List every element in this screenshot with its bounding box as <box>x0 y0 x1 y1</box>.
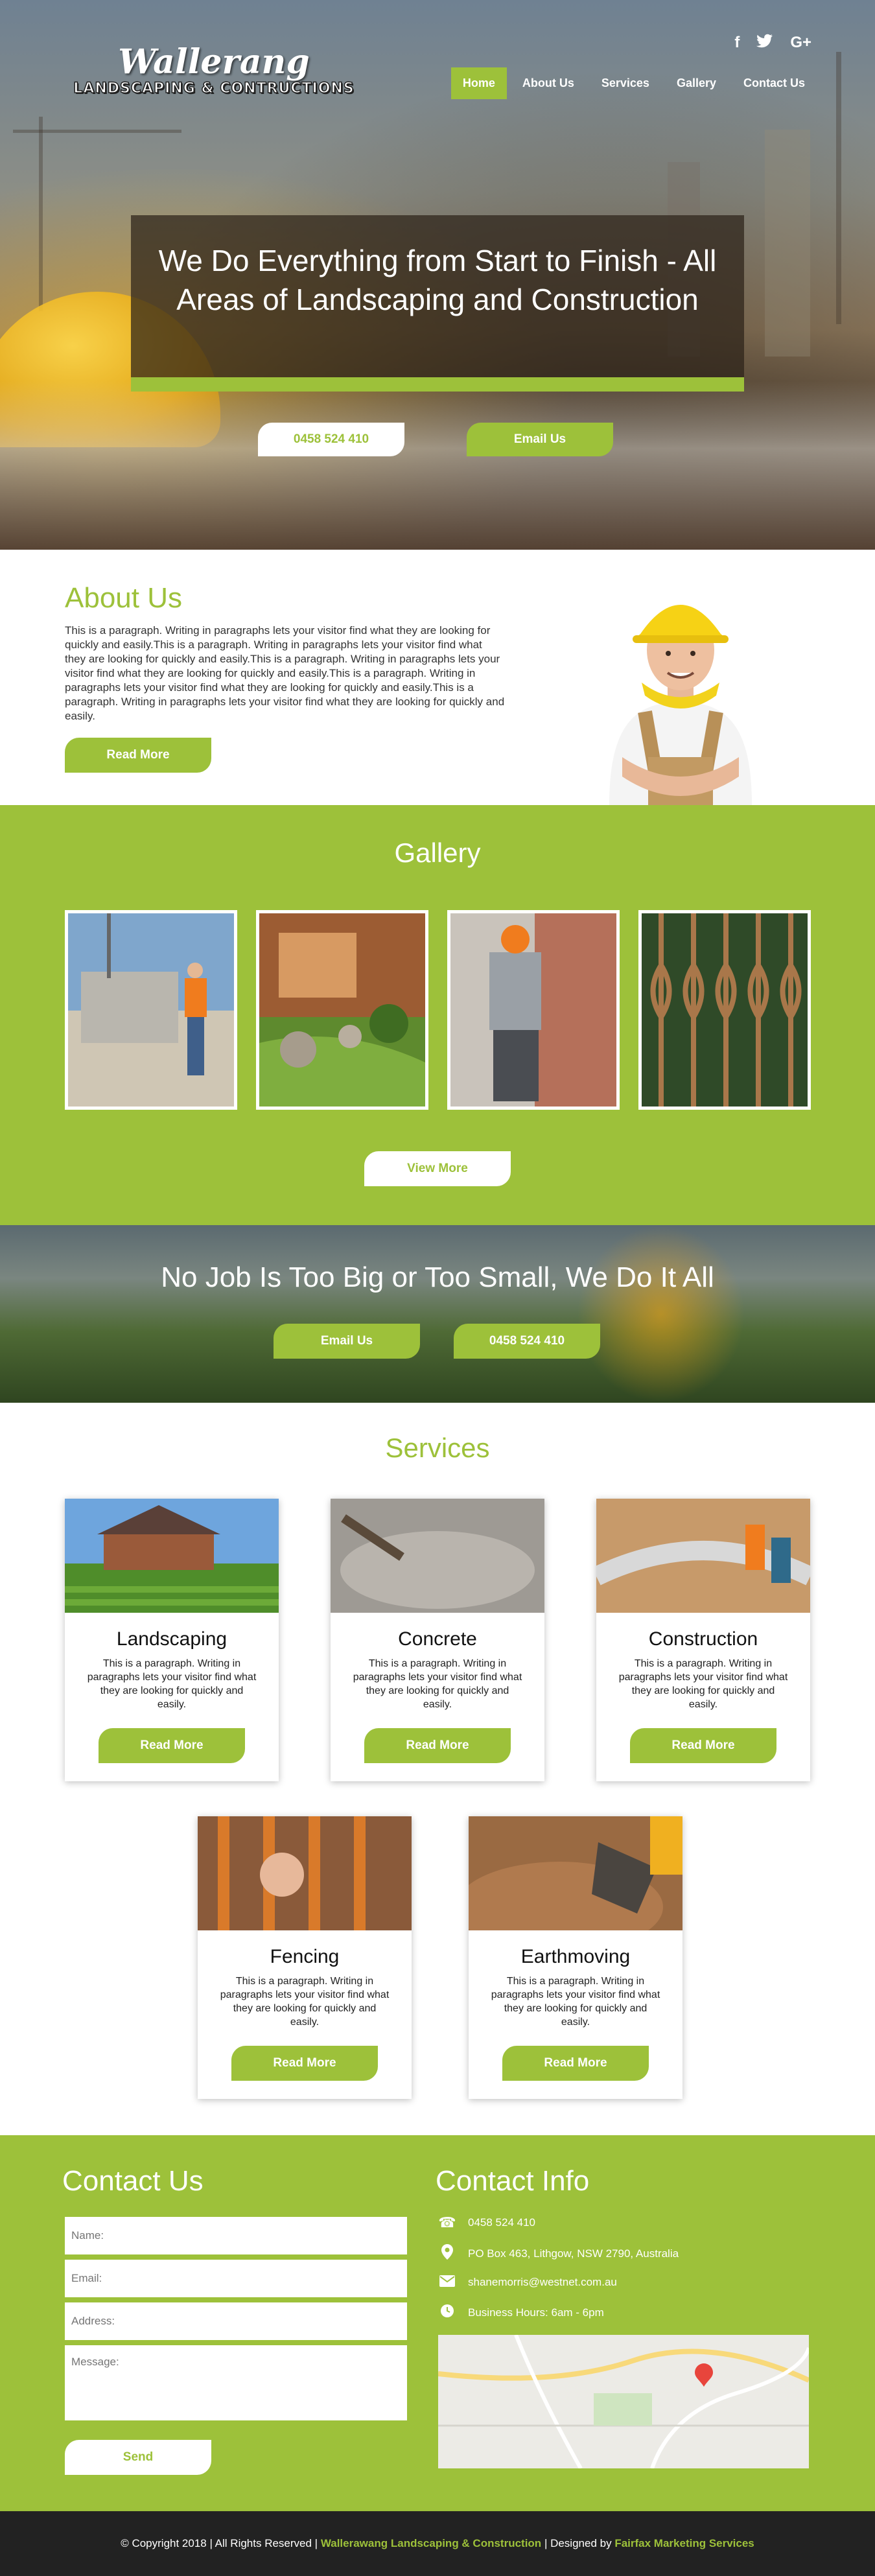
gallery-section: Gallery View More <box>0 805 875 1225</box>
service-text: This is a paragraph. Writing in paragrap… <box>353 1658 522 1710</box>
contact-info-title: Contact Info <box>436 2165 590 2197</box>
service-text: This is a paragraph. Writing in paragrap… <box>618 1658 788 1710</box>
service-card-fencing: Fencing This is a paragraph. Writing in … <box>198 1816 412 2099</box>
service-title: Earthmoving <box>520 1946 631 1967</box>
about-title: About Us <box>65 582 182 614</box>
main-nav: Home About Us Services Gallery Contact U… <box>450 67 817 99</box>
info-email: shanemorris@westnet.com.au <box>438 2274 617 2291</box>
about-read-more-button[interactable]: Read More <box>65 738 211 773</box>
phone-icon: ☎ <box>438 2214 456 2231</box>
gallery-image-garden[interactable] <box>256 910 428 1110</box>
cta-email-button[interactable]: Email Us <box>274 1324 420 1359</box>
service-image <box>331 1499 544 1613</box>
nav-home[interactable]: Home <box>450 67 507 99</box>
logo-subtitle: LANDSCAPING & CONTRUCTIONS <box>73 80 355 97</box>
service-card-landscaping: Landscaping This is a paragraph. Writing… <box>65 1499 279 1781</box>
cta-headline: No Job Is Too Big or Too Small, We Do It… <box>161 1261 714 1293</box>
info-address-text: PO Box 463, Lithgow, NSW 2790, Australia <box>468 2247 679 2260</box>
service-card-concrete: Concrete This is a paragraph. Writing in… <box>331 1499 544 1781</box>
facebook-icon[interactable]: f <box>734 34 740 53</box>
gallery-image-bricklayer[interactable] <box>447 910 620 1110</box>
building-silhouette <box>765 130 810 357</box>
map-pin-icon <box>438 2244 456 2264</box>
hero-accent-bar <box>131 377 744 392</box>
contact-section: Contact Us Send Contact Info ☎ 0458 524 … <box>0 2135 875 2511</box>
service-read-more-button[interactable]: Read More <box>364 1728 511 1763</box>
info-email-text[interactable]: shanemorris@westnet.com.au <box>468 2276 617 2289</box>
send-button[interactable]: Send <box>65 2440 211 2475</box>
hero-headline-box: We Do Everything from Start to Finish - … <box>131 215 744 392</box>
nav-contact[interactable]: Contact Us <box>732 67 817 99</box>
service-image <box>198 1816 412 1930</box>
info-phone: ☎ 0458 524 410 <box>438 2214 535 2231</box>
cta-phone-button[interactable]: 0458 524 410 <box>454 1324 600 1359</box>
service-card-earthmoving: Earthmoving This is a paragraph. Writing… <box>469 1816 682 2099</box>
twitter-icon[interactable] <box>756 34 773 53</box>
service-text: This is a paragraph. Writing in paragrap… <box>491 1976 660 2028</box>
info-hours: Business Hours: 6am - 6pm <box>438 2304 604 2322</box>
about-section: About Us This is a paragraph. Writing in… <box>0 550 875 805</box>
contact-form-title: Contact Us <box>62 2165 204 2197</box>
gallery-image-iron-fence[interactable] <box>638 910 811 1110</box>
service-read-more-button[interactable]: Read More <box>630 1728 776 1763</box>
google-plus-icon[interactable]: G+ <box>790 34 811 53</box>
service-title: Construction <box>648 1628 758 1650</box>
crane-silhouette <box>39 117 43 311</box>
hero-phone-button[interactable]: 0458 524 410 <box>258 423 404 456</box>
cta-background-worker <box>577 1225 745 1403</box>
hero-section: Wallerang LANDSCAPING & CONTRUCTIONS f G… <box>0 0 875 550</box>
email-field[interactable] <box>65 2260 407 2297</box>
site-logo[interactable]: Wallerang LANDSCAPING & CONTRUCTIONS <box>65 44 363 97</box>
cta-section: No Job Is Too Big or Too Small, We Do It… <box>0 1225 875 1403</box>
name-field[interactable] <box>65 2217 407 2254</box>
service-read-more-button[interactable]: Read More <box>231 2046 378 2081</box>
gallery-title: Gallery <box>394 837 481 868</box>
info-phone-text: 0458 524 410 <box>468 2216 535 2229</box>
crane-silhouette <box>836 52 841 324</box>
service-image <box>596 1499 810 1613</box>
service-image <box>65 1499 279 1613</box>
address-field[interactable] <box>65 2302 407 2340</box>
blueprints-image <box>0 381 875 550</box>
service-image <box>469 1816 682 1930</box>
nav-services[interactable]: Services <box>590 67 661 99</box>
crane-silhouette <box>13 130 181 133</box>
hero-email-button[interactable]: Email Us <box>467 423 613 456</box>
logo-script: Wallerang <box>118 42 310 82</box>
info-hours-text: Business Hours: 6am - 6pm <box>468 2306 604 2319</box>
envelope-icon <box>438 2274 456 2291</box>
footer-designer-link[interactable]: Fairfax Marketing Services <box>614 2537 754 2549</box>
site-footer: © Copyright 2018 | All Rights Reserved |… <box>0 2511 875 2576</box>
service-read-more-button[interactable]: Read More <box>99 1728 245 1763</box>
info-address: PO Box 463, Lithgow, NSW 2790, Australia <box>438 2244 679 2264</box>
service-card-construction: Construction This is a paragraph. Writin… <box>596 1499 810 1781</box>
gallery-view-more-button[interactable]: View More <box>364 1151 511 1186</box>
footer-company-link[interactable]: Wallerawang Landscaping & Construction <box>321 2537 541 2549</box>
service-title: Concrete <box>398 1628 477 1650</box>
nav-gallery[interactable]: Gallery <box>665 67 728 99</box>
hero-headline: We Do Everything from Start to Finish - … <box>158 244 717 316</box>
nav-about[interactable]: About Us <box>511 67 586 99</box>
social-links: f G+ <box>734 34 811 53</box>
service-title: Landscaping <box>116 1628 228 1650</box>
service-title: Fencing <box>270 1946 340 1967</box>
gallery-image-concrete-block[interactable] <box>65 910 237 1110</box>
worker-image <box>609 605 752 805</box>
about-paragraph: This is a paragraph. Writing in paragrap… <box>65 624 505 722</box>
footer-copyright: © Copyright 2018 | All Rights Reserved | <box>121 2537 318 2549</box>
service-read-more-button[interactable]: Read More <box>502 2046 649 2081</box>
message-field[interactable] <box>65 2345 407 2420</box>
location-map[interactable] <box>438 2335 809 2468</box>
service-text: This is a paragraph. Writing in paragrap… <box>87 1658 257 1710</box>
clock-icon <box>438 2304 456 2322</box>
footer-designed-by: | Designed by <box>544 2537 612 2549</box>
services-section: Services Landscaping This is a paragraph… <box>0 1403 875 2135</box>
services-title: Services <box>385 1433 490 1463</box>
service-text: This is a paragraph. Writing in paragrap… <box>220 1976 390 2028</box>
